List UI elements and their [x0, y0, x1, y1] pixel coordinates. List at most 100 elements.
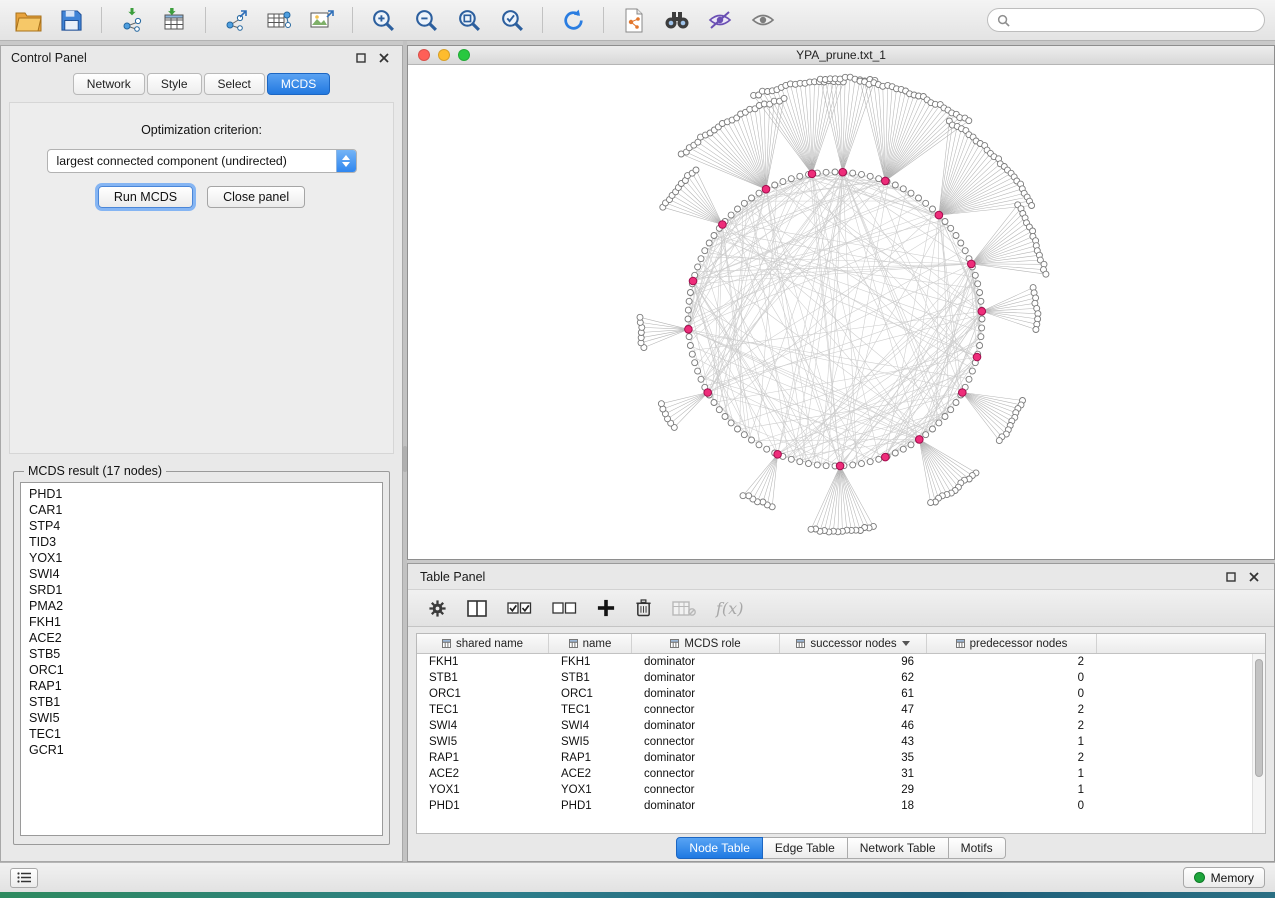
unselect-all-button[interactable] [552, 601, 577, 615]
table-row[interactable]: TEC1TEC1connector472 [417, 702, 1265, 718]
tab-select[interactable]: Select [204, 73, 265, 95]
control-panel-header: Control Panel [1, 46, 402, 70]
cell-role: dominator [632, 752, 780, 764]
mcds-result-item[interactable]: TEC1 [21, 726, 382, 742]
save-button[interactable] [53, 4, 89, 36]
mcds-result-item[interactable]: STB1 [21, 694, 382, 710]
import-network-icon [119, 8, 145, 32]
zoom-fit-button[interactable] [451, 4, 487, 36]
mcds-result-item[interactable]: CAR1 [21, 502, 382, 518]
close-icon [379, 53, 389, 63]
tab-motifs[interactable]: Motifs [949, 837, 1006, 859]
memory-label: Memory [1211, 871, 1254, 885]
mcds-result-item[interactable]: GCR1 [21, 742, 382, 758]
mcds-result-item[interactable]: STB5 [21, 646, 382, 662]
tab-style[interactable]: Style [147, 73, 202, 95]
mcds-result-item[interactable]: YOX1 [21, 550, 382, 566]
show-columns-button[interactable] [467, 600, 487, 617]
network-titlebar: YPA_prune.txt_1 [408, 46, 1274, 65]
float-panel-button[interactable] [353, 50, 369, 66]
column-header-successor-nodes[interactable]: successor nodes [780, 634, 927, 653]
cell-predecessors: 2 [927, 720, 1097, 732]
window-close-button[interactable] [418, 49, 430, 61]
search-binoculars-icon [663, 9, 691, 31]
table-row[interactable]: RAP1RAP1dominator352 [417, 750, 1265, 766]
zoom-out-button[interactable] [408, 4, 444, 36]
close-panel-button[interactable] [376, 50, 392, 66]
cell-predecessors: 1 [927, 784, 1097, 796]
cell-name: RAP1 [549, 752, 632, 764]
import-network-button[interactable] [114, 4, 150, 36]
panel-splitter[interactable] [403, 41, 407, 862]
gear-icon [428, 599, 447, 618]
network-view-window: YPA_prune.txt_1 [407, 45, 1275, 560]
float-table-panel-button[interactable] [1223, 569, 1239, 585]
table-row[interactable]: STB1STB1dominator620 [417, 670, 1265, 686]
column-type-icon [670, 639, 679, 648]
mcds-result-item[interactable]: STP4 [21, 518, 382, 534]
export-document-button[interactable] [616, 4, 652, 36]
table-scrollbar[interactable] [1252, 654, 1265, 833]
refresh-button[interactable] [555, 4, 591, 36]
zoom-selected-button[interactable] [494, 4, 530, 36]
mcds-result-item[interactable]: PMA2 [21, 598, 382, 614]
tab-node-table[interactable]: Node Table [676, 837, 763, 859]
select-all-button[interactable] [507, 601, 532, 615]
delete-column-button[interactable] [635, 598, 652, 618]
toolbar-separator [205, 7, 206, 33]
mcds-result-item[interactable]: RAP1 [21, 678, 382, 694]
mcds-result-item[interactable]: TID3 [21, 534, 382, 550]
network-graph[interactable] [408, 65, 1274, 559]
mcds-result-item[interactable]: SWI4 [21, 566, 382, 582]
window-minimize-button[interactable] [438, 49, 450, 61]
run-mcds-button[interactable]: Run MCDS [98, 186, 193, 208]
splitter-handle[interactable] [403, 446, 407, 472]
table-row[interactable]: YOX1YOX1connector291 [417, 782, 1265, 798]
table-settings-button[interactable] [428, 599, 447, 618]
table-row[interactable]: FKH1FKH1dominator962 [417, 654, 1265, 670]
search-network-button[interactable] [659, 4, 695, 36]
show-graphics-button[interactable] [745, 4, 781, 36]
column-label: MCDS role [684, 638, 740, 650]
cell-shared_name: RAP1 [417, 752, 549, 764]
export-table-button[interactable] [261, 4, 297, 36]
tab-network-table[interactable]: Network Table [848, 837, 949, 859]
mcds-result-item[interactable]: ACE2 [21, 630, 382, 646]
mcds-result-item[interactable]: SWI5 [21, 710, 382, 726]
table-row[interactable]: ORC1ORC1dominator610 [417, 686, 1265, 702]
table-row[interactable]: ACE2ACE2connector311 [417, 766, 1265, 782]
table-row[interactable]: SWI5SWI5connector431 [417, 734, 1265, 750]
export-network-button[interactable] [218, 4, 254, 36]
memory-button[interactable]: Memory [1183, 867, 1265, 888]
mcds-result-list[interactable]: PHD1CAR1STP4TID3YOX1SWI4SRD1PMA2FKH1ACE2… [20, 482, 383, 836]
zoom-in-button[interactable] [365, 4, 401, 36]
mcds-result-item[interactable]: PHD1 [21, 486, 382, 502]
column-header-predecessor-nodes[interactable]: predecessor nodes [927, 634, 1097, 653]
hide-graphics-button[interactable] [702, 4, 738, 36]
tab-edge-table[interactable]: Edge Table [763, 837, 848, 859]
tab-mcds[interactable]: MCDS [267, 73, 330, 95]
search-input[interactable] [1015, 13, 1255, 27]
mcds-result-item[interactable]: ORC1 [21, 662, 382, 678]
column-header-shared-name[interactable]: shared name [417, 634, 549, 653]
close-table-panel-button[interactable] [1246, 569, 1262, 585]
close-panel-push-button[interactable]: Close panel [207, 186, 305, 208]
column-header-name[interactable]: name [549, 634, 632, 653]
table-row[interactable]: SWI4SWI4dominator462 [417, 718, 1265, 734]
node-table: shared namename MCDS role successor nodesp… [416, 633, 1266, 834]
tab-network[interactable]: Network [73, 73, 145, 95]
window-zoom-button[interactable] [458, 49, 470, 61]
column-header-MCDS-role[interactable]: MCDS role [632, 634, 780, 653]
table-row[interactable]: PHD1PHD1dominator180 [417, 798, 1265, 814]
global-search-field[interactable] [987, 8, 1265, 32]
export-image-button[interactable] [304, 4, 340, 36]
network-canvas[interactable] [408, 65, 1274, 559]
criterion-dropdown[interactable]: largest connected component (undirected) [47, 149, 357, 173]
add-column-button[interactable] [597, 599, 615, 617]
mcds-result-item[interactable]: SRD1 [21, 582, 382, 598]
scrollbar-thumb[interactable] [1255, 659, 1263, 777]
open-file-button[interactable] [10, 4, 46, 36]
import-table-button[interactable] [157, 4, 193, 36]
mcds-result-item[interactable]: FKH1 [21, 614, 382, 630]
status-menu-button[interactable] [10, 868, 38, 888]
